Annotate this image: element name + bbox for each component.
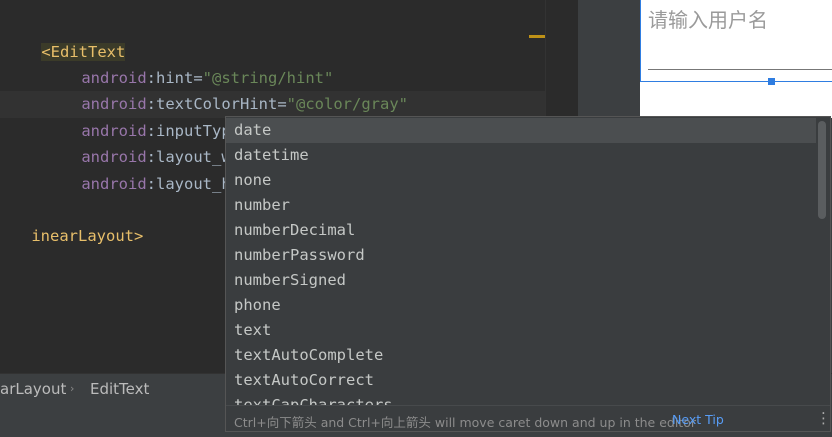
- preview-edittext-underline: [648, 69, 832, 70]
- completion-item[interactable]: numberSigned: [226, 268, 816, 293]
- attr-namespace: android: [81, 175, 147, 193]
- completion-item[interactable]: text: [226, 318, 816, 343]
- selection-border: [640, 0, 641, 82]
- layout-preview[interactable]: 请输入用户名: [640, 0, 832, 118]
- split-divider-area: [578, 0, 640, 118]
- completion-footer: Ctrl+向下箭头 and Ctrl+向上箭头 will move caret …: [226, 405, 830, 431]
- code-line-1[interactable]: <EditText: [4, 13, 126, 61]
- completion-item[interactable]: numberPassword: [226, 243, 816, 268]
- completion-tip-text: Ctrl+向下箭头 and Ctrl+向上箭头 will move caret …: [234, 415, 696, 430]
- completion-item[interactable]: textAutoCorrect: [226, 368, 816, 393]
- attr-value: "@color/gray": [286, 95, 408, 113]
- code-line-5[interactable]: android:layout_wid: [44, 118, 249, 166]
- completion-item[interactable]: date: [226, 118, 816, 143]
- attr-equals: =: [277, 95, 287, 113]
- next-tip-link[interactable]: Next Tip: [672, 412, 724, 427]
- completion-scrollbar-thumb[interactable]: [818, 121, 826, 219]
- more-vertical-icon[interactable]: ⋮: [816, 409, 830, 427]
- code-line-2[interactable]: android:hint="@string/hint": [44, 39, 333, 87]
- code-line-6[interactable]: android:layout_hei: [44, 145, 249, 193]
- code-line-7[interactable]: inearLayout>: [0, 197, 143, 245]
- completion-item[interactable]: textAutoComplete: [226, 343, 816, 368]
- completion-item[interactable]: none: [226, 168, 816, 193]
- selection-border-bottom: [640, 81, 832, 82]
- resize-handle[interactable]: [768, 78, 775, 85]
- completion-item[interactable]: number: [226, 193, 816, 218]
- breadcrumb-separator-icon: ›: [70, 382, 75, 395]
- completion-item[interactable]: numberDecimal: [226, 218, 816, 243]
- completion-item[interactable]: phone: [226, 293, 816, 318]
- completion-item[interactable]: datetime: [226, 143, 816, 168]
- completion-popup[interactable]: date datetime none number numberDecimal …: [225, 116, 831, 432]
- attr-colon: :: [146, 175, 156, 193]
- code-line-4[interactable]: android:inputType="": [44, 92, 271, 140]
- preview-edittext-hint: 请输入用户名: [648, 8, 768, 32]
- breadcrumb-item-edittext[interactable]: EditText: [90, 380, 149, 398]
- warning-marker[interactable]: [529, 35, 545, 38]
- linearlayout-close-tag: inearLayout>: [31, 227, 144, 245]
- code-line-3[interactable]: android:textColorHint="@color/gray": [44, 65, 408, 113]
- breadcrumb-item-linearlayout[interactable]: arLayout: [0, 380, 66, 398]
